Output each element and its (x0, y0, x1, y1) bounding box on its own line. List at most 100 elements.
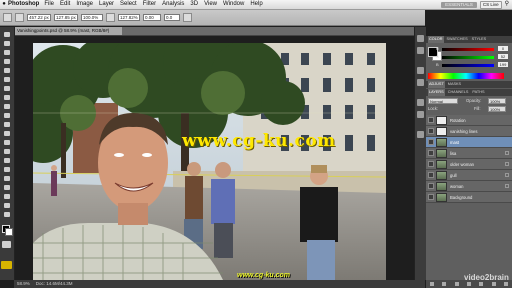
zoom-level[interactable]: 58.9% (17, 280, 30, 288)
new-layer-icon[interactable] (491, 282, 496, 286)
menu-filter[interactable]: Filter (143, 0, 156, 9)
dodge-tool-icon[interactable] (2, 148, 12, 155)
blue-value[interactable]: 199 (498, 62, 508, 67)
layer-row[interactable]: woman (426, 181, 512, 192)
trash-icon[interactable] (503, 282, 508, 286)
menu-layer[interactable]: Layer (99, 0, 114, 9)
quick-mask-icon[interactable] (2, 241, 11, 248)
reference-point-icon[interactable] (15, 13, 24, 22)
visibility-eye-icon[interactable] (428, 172, 434, 178)
visibility-eye-icon[interactable] (428, 183, 434, 189)
history-brush-tool-icon[interactable] (2, 112, 12, 119)
link-layers-icon[interactable] (430, 282, 435, 286)
layer-mask-icon[interactable] (505, 162, 509, 166)
fill-field[interactable]: 100% (488, 106, 506, 112)
document-canvas[interactable]: www.cg-ku.com (33, 43, 386, 280)
search-icon[interactable]: ⚲ (505, 0, 509, 9)
blend-mode-select[interactable]: Normal (428, 98, 458, 104)
quick-select-tool-icon[interactable] (2, 58, 12, 65)
red-slider[interactable]: R 0 (436, 46, 508, 52)
clone-source-icon[interactable] (417, 79, 424, 86)
tool-preset-button[interactable] (3, 13, 12, 22)
skew-h-field[interactable]: 0.0 (164, 14, 180, 21)
zoom-tool-icon[interactable] (2, 211, 12, 218)
add-mask-icon[interactable] (454, 282, 459, 286)
cs-live-button[interactable]: CS Live (479, 0, 502, 9)
visibility-eye-icon[interactable] (428, 128, 434, 134)
layer-row[interactable]: gull (426, 170, 512, 181)
menu-image[interactable]: Image (76, 0, 93, 9)
eyedropper-tool-icon[interactable] (2, 76, 12, 83)
green-value[interactable]: 52 (498, 54, 508, 59)
link-icon[interactable] (106, 13, 115, 22)
pen-tool-icon[interactable] (2, 157, 12, 164)
marquee-tool-icon[interactable] (2, 40, 12, 47)
lasso-tool-icon[interactable] (2, 49, 12, 56)
history-icon[interactable] (417, 35, 424, 42)
visibility-eye-icon[interactable] (428, 194, 434, 200)
tab-color[interactable]: COLOR (428, 36, 444, 43)
layer-row-selected[interactable]: mast (426, 137, 512, 148)
menu-analysis[interactable]: Analysis (162, 0, 184, 9)
color-spectrum[interactable] (428, 73, 504, 79)
x-field[interactable]: 457.22 px (27, 14, 51, 21)
move-tool-icon[interactable] (2, 31, 12, 38)
document-tab[interactable]: Vanishingpoints.psd @ 58.9% (mast, RGB/8… (14, 27, 122, 35)
adjustment-layer-icon[interactable] (466, 282, 471, 286)
height-field[interactable]: 127.82% (118, 14, 140, 21)
screen-mode-icon[interactable] (1, 261, 12, 269)
apple-icon[interactable]: ● (0, 0, 8, 9)
crop-tool-icon[interactable] (2, 67, 12, 74)
background-color-swatch[interactable] (5, 228, 13, 236)
menu-help[interactable]: Help (250, 0, 262, 9)
eraser-tool-icon[interactable] (2, 121, 12, 128)
tab-styles[interactable]: STYLES (471, 36, 488, 43)
3d-rotate-tool-icon[interactable] (2, 193, 12, 200)
warp-button[interactable] (183, 13, 192, 22)
layer-style-icon[interactable] (442, 282, 447, 286)
workspace-switcher[interactable]: ESSENTIALS (441, 1, 477, 8)
layer-mask-icon[interactable] (505, 173, 509, 177)
blue-slider[interactable]: B 199 (436, 62, 508, 68)
menu-view[interactable]: View (204, 0, 217, 9)
blur-tool-icon[interactable] (2, 139, 12, 146)
app-menu[interactable]: Photoshop (8, 0, 39, 9)
brush-tool-icon[interactable] (2, 94, 12, 101)
tab-channels[interactable]: CHANNELS (447, 89, 470, 96)
tab-adjustments[interactable]: ADJUST (428, 81, 445, 88)
paragraph-icon[interactable] (417, 111, 424, 118)
rotate-field[interactable]: 0.00 (143, 14, 161, 21)
gradient-tool-icon[interactable] (2, 130, 12, 137)
path-select-tool-icon[interactable] (2, 175, 12, 182)
layer-mask-icon[interactable] (505, 184, 509, 188)
stamp-tool-icon[interactable] (2, 103, 12, 110)
menu-select[interactable]: Select (120, 0, 137, 9)
tab-paths[interactable]: PATHS (471, 89, 485, 96)
layer-row[interactable]: Background (426, 192, 512, 203)
actions-icon[interactable] (417, 47, 424, 54)
layer-mask-icon[interactable] (505, 151, 509, 155)
green-slider[interactable]: G 52 (436, 54, 508, 60)
group-icon[interactable] (479, 282, 484, 286)
visibility-eye-icon[interactable] (428, 161, 434, 167)
visibility-eye-icon[interactable] (428, 150, 434, 156)
menu-3d[interactable]: 3D (190, 0, 198, 9)
width-field[interactable]: 100.0% (81, 14, 103, 21)
red-value[interactable]: 0 (498, 46, 508, 51)
tab-layers[interactable]: LAYERS (428, 89, 445, 96)
healing-tool-icon[interactable] (2, 85, 12, 92)
hand-tool-icon[interactable] (2, 202, 12, 209)
menu-edit[interactable]: Edit (60, 0, 70, 9)
shape-tool-icon[interactable] (2, 184, 12, 191)
y-field[interactable]: 127.85 px (54, 14, 78, 21)
visibility-eye-icon[interactable] (428, 139, 434, 145)
character-icon[interactable] (417, 99, 424, 106)
brush-panel-icon[interactable] (417, 67, 424, 74)
info-icon[interactable] (417, 131, 424, 138)
type-tool-icon[interactable] (2, 166, 12, 173)
layer-row[interactable]: vanishing lines (426, 126, 512, 137)
layer-row[interactable]: Rotation (426, 115, 512, 126)
layer-row[interactable]: older woman (426, 159, 512, 170)
tab-swatches[interactable]: SWATCHES (446, 36, 469, 43)
visibility-eye-icon[interactable] (428, 117, 434, 123)
